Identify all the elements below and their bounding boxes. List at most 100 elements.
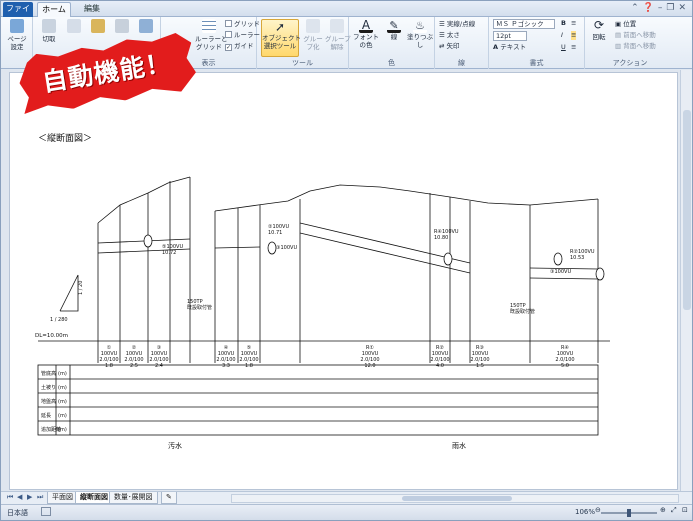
ribbon-group-style: ＭＳ Ｐゴシック 12pt A テキスト B I U ≡ ≡ ≡ 書式 (489, 17, 585, 69)
drawing-heading: ＜縦断面図＞ (38, 132, 92, 144)
ungroup-button[interactable]: グループ 解除 (325, 19, 351, 51)
align-left-icon[interactable]: ≡ (571, 19, 576, 28)
ribbon-group-color: A フォントの色 ✎ 線 ♨ 塗りつぶし 色 (349, 17, 435, 69)
position-dropdown[interactable]: ▣ 位置 (615, 20, 636, 29)
group-label-action: アクション (612, 59, 648, 67)
rotate-label: 回転 (592, 33, 606, 41)
tab-home[interactable]: ホーム (37, 2, 71, 17)
paste-button[interactable] (87, 19, 109, 35)
pipe-note-1: 150TP 既設取付管 (187, 299, 212, 311)
object-select-tool-button[interactable]: ➚ オブジェクト 選択ツール (261, 19, 301, 57)
line-color-button[interactable]: ✎ 線 (383, 19, 405, 41)
cut-button[interactable]: 切取 (37, 19, 61, 43)
underline-button[interactable]: U (561, 43, 566, 52)
bring-front-label: 前面へ移動 (623, 31, 656, 39)
sheet-tab-quantity[interactable]: 数量･展開図 (109, 492, 158, 504)
vertical-scrollbar[interactable] (680, 70, 692, 491)
send-back-label: 背面へ移動 (623, 42, 656, 50)
bring-front-button[interactable]: ▤ 前面へ移動 (615, 31, 656, 40)
pipe-callout: R④100VU 10.80 (434, 229, 459, 241)
ungroup-label: グループ 解除 (325, 35, 351, 51)
horizontal-scroll-thumb[interactable] (402, 496, 512, 501)
copy-button[interactable] (63, 19, 85, 35)
send-back-icon: ▥ (615, 42, 624, 50)
ruler-checkbox[interactable]: ルーラー (225, 31, 260, 40)
ribbon-group-action: ⟳ 回転 ▣ 位置 ▤ 前面へ移動 ▥ 背面へ移動 アクション (585, 17, 675, 69)
arrow-label: 矢印 (446, 42, 460, 50)
first-sheet-icon[interactable]: ⏮ (7, 493, 13, 502)
status-bar: 日本語 106% ⊖ ⊕ ⤢ ⊡ (1, 504, 692, 520)
tab-edit[interactable]: 編集 (75, 2, 109, 17)
prev-sheet-icon[interactable]: ◀ (17, 493, 22, 501)
font-size-select[interactable]: 12pt (493, 31, 527, 41)
cursor-arrow-icon: ➚ (274, 20, 286, 34)
delete-icon (115, 19, 129, 33)
group-label-line: 線 (458, 59, 465, 67)
zoom-slider[interactable] (601, 509, 657, 517)
bring-front-icon: ▤ (615, 31, 624, 39)
drawing-sheet[interactable]: ＜縦断面図＞ ① 100VU 2.0/100 1.8 ② 100VU 2.0/1… (9, 72, 678, 490)
minimize-ribbon-icon[interactable]: ⌃ (631, 3, 639, 15)
sheet-tab-plan[interactable]: 平面図 (47, 492, 78, 504)
position-icon: ▣ (615, 20, 624, 28)
minimize-icon[interactable]: – (658, 3, 663, 15)
object-select-tool-label: オブジェクト 選択ツール (262, 34, 301, 50)
profile-drawing[interactable]: ＜縦断面図＞ ① 100VU 2.0/100 1.8② 100VU 2.0/10… (10, 73, 678, 490)
table-row-header: 延長 (41, 412, 51, 419)
font-name-value: ＭＳ Ｐゴシック (493, 19, 555, 29)
table-unit: (m) (58, 371, 67, 377)
macro-icon[interactable] (41, 507, 51, 516)
font-color-icon: A (359, 19, 373, 33)
next-sheet-icon[interactable]: ▶ (27, 493, 32, 501)
bold-button[interactable]: B (561, 19, 566, 28)
page-setup-button[interactable]: ページ 設定 (3, 19, 31, 51)
group-label-tools: ツール (292, 59, 313, 67)
group-label-color: 色 (388, 59, 395, 67)
fit-page-icon[interactable]: ⤢ (671, 506, 677, 515)
table-row-header: 管底高 (41, 370, 56, 377)
line-style-dropdown[interactable]: ☰ 実線/点線 (439, 20, 475, 29)
copy-icon (67, 19, 81, 33)
horizontal-scrollbar[interactable] (231, 494, 679, 503)
align-right-icon[interactable]: ≡ (571, 43, 576, 52)
rotate-button[interactable]: ⟳ 回転 (587, 19, 611, 42)
help-icon[interactable]: ❓ (643, 3, 654, 15)
grid-icon (202, 19, 216, 33)
vertical-scroll-thumb[interactable] (683, 110, 691, 310)
text-button[interactable]: A テキスト (493, 43, 526, 52)
grid-checkbox[interactable]: グリッド (225, 20, 260, 29)
last-sheet-icon[interactable]: ⏭ (37, 493, 43, 502)
fill-color-label: 塗りつぶし (406, 33, 434, 49)
group-button[interactable]: グループ化 (301, 19, 325, 51)
guide-checkbox[interactable]: ✓ ガイド (225, 42, 254, 51)
format-button[interactable] (135, 19, 157, 35)
font-color-button[interactable]: A フォントの色 (351, 19, 381, 50)
sheet-tab-profile[interactable]: 縦断面図 (75, 492, 113, 504)
font-name-select[interactable]: ＭＳ Ｐゴシック (493, 19, 555, 29)
line-weight-dropdown[interactable]: ☰ 太さ (439, 31, 460, 40)
ruler-grid-button[interactable]: ルーラーと グリッド (195, 19, 228, 51)
zoom-out-icon[interactable]: ⊖ (595, 506, 601, 514)
slope-label-1: 1 / 20 (78, 281, 84, 295)
zoom-fit-icon[interactable]: ⊡ (682, 506, 688, 514)
restore-icon[interactable]: ❐ (666, 3, 674, 15)
delete-button[interactable] (111, 19, 133, 35)
tab-file[interactable]: ファイル (3, 2, 33, 27)
ribbon-group-tools: ➚ オブジェクト 選択ツール グループ化 グループ 解除 ツール (257, 17, 351, 69)
font-size-value: 12pt (493, 31, 527, 41)
add-sheet-tab[interactable]: ✎ (161, 492, 177, 504)
zoom-in-icon[interactable]: ⊕ (660, 506, 666, 514)
line-weight-label: 太さ (446, 31, 460, 39)
italic-button[interactable]: I (561, 31, 563, 40)
pipe-callout: R②100VU 10.53 (570, 249, 595, 261)
ribbon-group-line: ☰ 実線/点線 ☰ 太さ ⇄ 矢印 線 (435, 17, 489, 69)
close-icon[interactable]: ✕ (678, 3, 686, 15)
grid-check-icon (225, 20, 232, 27)
arrow-dropdown[interactable]: ⇄ 矢印 (439, 42, 460, 51)
zoom-level[interactable]: 106% (575, 508, 595, 516)
fill-color-button[interactable]: ♨ 塗りつぶし (405, 19, 435, 49)
align-center-icon[interactable]: ≡ (571, 31, 577, 40)
zoom-slider-knob[interactable] (627, 509, 631, 517)
send-back-button[interactable]: ▥ 背面へ移動 (615, 42, 656, 51)
group-icon (306, 19, 320, 33)
